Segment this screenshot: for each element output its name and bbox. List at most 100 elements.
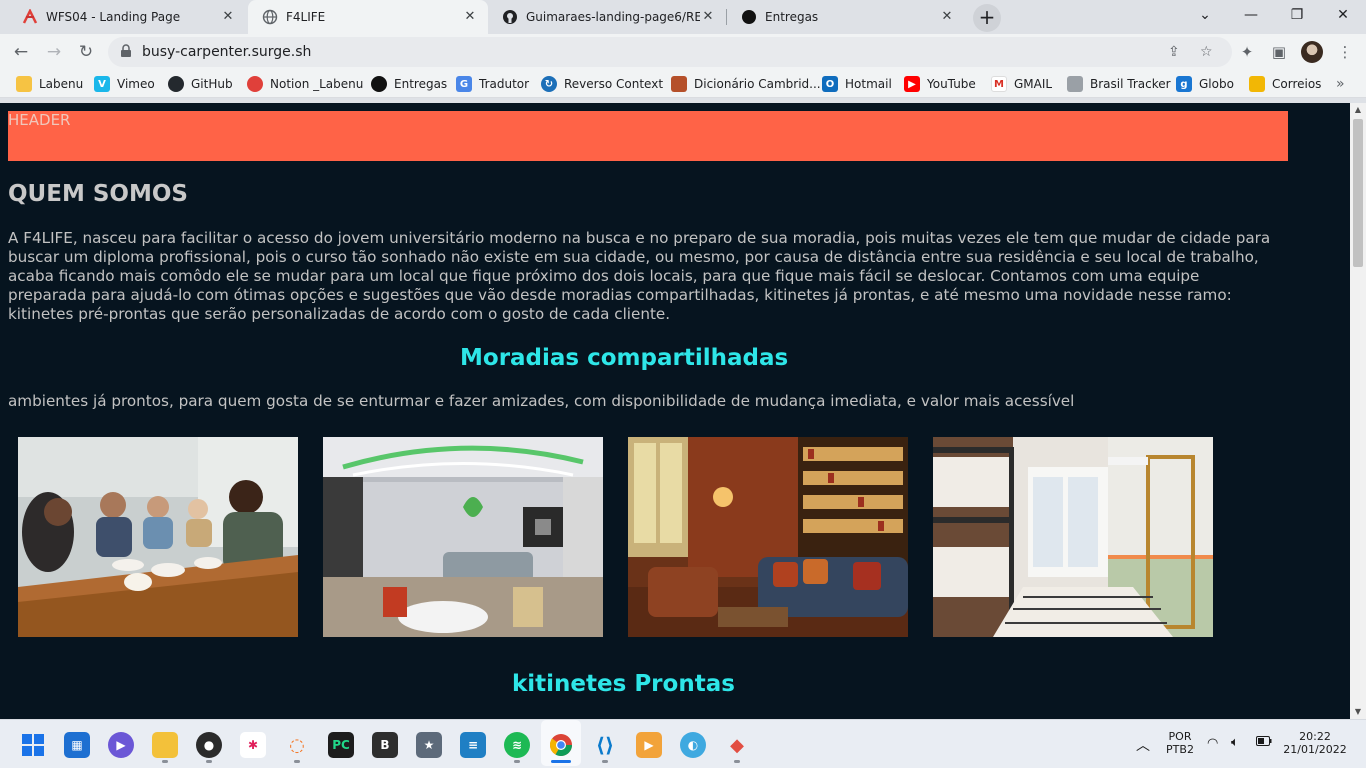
restore-button[interactable]: ❐ xyxy=(1274,0,1320,30)
apple-icon xyxy=(247,76,263,92)
back-arrow-icon[interactable]: ← xyxy=(7,38,35,66)
bookmark-correios[interactable]: Correios xyxy=(1249,70,1321,98)
teams-chat-icon[interactable]: ▶ xyxy=(108,732,134,758)
weather-globe-icon[interactable]: ◐ xyxy=(680,732,706,758)
bookmark-globo[interactable]: g Globo xyxy=(1176,70,1234,98)
globo-icon: g xyxy=(1176,76,1192,92)
kitinetes-title: kitinetes Prontas xyxy=(512,671,735,697)
page-scrollbar[interactable]: ▲ ▼ xyxy=(1350,103,1366,719)
bookmark-star-icon[interactable]: ☆ xyxy=(1200,37,1213,67)
bookmark-label: Notion _Labenu xyxy=(270,77,364,91)
lock-icon[interactable] xyxy=(120,44,136,60)
tab-search-chevron-icon[interactable]: ⌄ xyxy=(1182,0,1228,30)
bookmark-label: Hotmail xyxy=(845,77,892,91)
close-window-button[interactable]: ✕ xyxy=(1320,0,1366,30)
pycharm-icon[interactable]: PC xyxy=(328,732,354,758)
bookmark-youtube[interactable]: ▶ YouTube xyxy=(904,70,976,98)
scroll-down-arrow-icon[interactable]: ▼ xyxy=(1350,705,1366,719)
video-editor-icon[interactable]: ▶ xyxy=(636,732,662,758)
globe-icon xyxy=(262,9,278,25)
bookmark-hotmail[interactable]: O Hotmail xyxy=(822,70,892,98)
photo-bunk-bed-room xyxy=(933,437,1213,637)
scroll-up-arrow-icon[interactable]: ▲ xyxy=(1350,103,1366,117)
clock-time: 20:22 xyxy=(1299,730,1331,743)
github-icon xyxy=(502,9,518,25)
bookmark-entregas[interactable]: Entregas xyxy=(371,70,447,98)
bookmark-brasil-tracker[interactable]: Brasil Tracker xyxy=(1067,70,1171,98)
browser-toolbar: ← → ↻ busy-carpenter.surge.sh ⇪ ☆ ✦ ▣ ⋮ xyxy=(0,34,1366,70)
url-text: busy-carpenter.surge.sh xyxy=(142,44,312,60)
task-view-icon[interactable]: ▦ xyxy=(64,732,90,758)
bookmark-label: Correios xyxy=(1272,77,1322,91)
media-player-icon[interactable]: ● xyxy=(196,732,222,758)
start-windows-icon[interactable] xyxy=(20,732,46,758)
jupyter-icon[interactable]: ◌ xyxy=(284,732,310,758)
tab-title: Guimaraes-landing-page6/README xyxy=(526,10,700,24)
active-indicator xyxy=(551,760,571,763)
tray-chevron-up-icon[interactable]: ︿ xyxy=(1136,735,1150,755)
running-indicator xyxy=(206,760,212,763)
side-panel-icon[interactable]: ▣ xyxy=(1265,38,1293,66)
vimeo-icon: V xyxy=(94,76,110,92)
volume-icon[interactable]: 🔈︎ xyxy=(1231,735,1239,750)
outlook-icon: O xyxy=(822,76,838,92)
minimize-button[interactable]: — xyxy=(1228,0,1274,30)
labenu-icon xyxy=(22,9,38,25)
running-indicator xyxy=(514,760,520,763)
bookmark-labenu[interactable]: Labenu xyxy=(16,70,83,98)
notepad-icon[interactable]: ≡ xyxy=(460,732,486,758)
bookmark-cambridge[interactable]: Dicionário Cambrid... xyxy=(671,70,821,98)
bookmark-github[interactable]: GitHub xyxy=(168,70,233,98)
cambridge-shield-icon xyxy=(671,76,687,92)
battery-icon[interactable] xyxy=(1256,736,1272,749)
tab-entregas[interactable]: Entregas ✕ xyxy=(727,0,965,34)
scrollbar-thumb[interactable] xyxy=(1353,119,1363,267)
reload-icon[interactable]: ↻ xyxy=(72,38,100,66)
chrome-icon[interactable] xyxy=(548,732,574,758)
tab-github-readme[interactable]: Guimaraes-landing-page6/README ✕ xyxy=(488,0,726,34)
close-icon[interactable]: ✕ xyxy=(700,9,716,25)
shared-housing-title: Moradias compartilhadas xyxy=(460,345,789,371)
correios-icon xyxy=(1249,76,1265,92)
b-app-icon[interactable]: B xyxy=(372,732,398,758)
gmail-icon: M xyxy=(991,76,1007,92)
bookmark-label: Reverso Context xyxy=(564,77,664,91)
photos-app-icon[interactable]: ★ xyxy=(416,732,442,758)
bookmark-vimeo[interactable]: V Vimeo xyxy=(94,70,155,98)
bookmark-label: YouTube xyxy=(927,77,976,91)
tab-f4life[interactable]: F4LIFE ✕ xyxy=(248,0,488,34)
share-icon[interactable]: ⇪ xyxy=(1168,37,1180,67)
forward-arrow-icon[interactable]: → xyxy=(40,38,68,66)
extensions-puzzle-icon[interactable]: ✦ xyxy=(1233,38,1261,66)
wifi-icon[interactable]: ◠ xyxy=(1207,736,1218,751)
git-kraken-icon[interactable]: ◆ xyxy=(724,732,750,758)
shared-housing-description: ambientes já prontos, para quem gosta de… xyxy=(8,392,1075,410)
clock[interactable]: 20:22 21/01/2022 xyxy=(1282,730,1348,756)
language-indicator[interactable]: POR PTB2 xyxy=(1164,730,1196,756)
close-icon[interactable]: ✕ xyxy=(462,9,478,25)
profile-avatar[interactable] xyxy=(1301,41,1323,63)
tab-wfs04[interactable]: WFS04 - Landing Page ✕ xyxy=(8,0,246,34)
photo-modern-lounge xyxy=(323,437,603,637)
tab-title: F4LIFE xyxy=(286,10,326,24)
bookmark-tradutor[interactable]: G Tradutor xyxy=(456,70,529,98)
bookmarks-overflow-chevron-icon[interactable]: » xyxy=(1336,70,1345,98)
address-bar[interactable]: busy-carpenter.surge.sh ⇪ ☆ xyxy=(108,37,1232,67)
running-indicator xyxy=(294,760,300,763)
tab-title: Entregas xyxy=(765,10,819,24)
bookmark-reverso[interactable]: ↻ Reverso Context xyxy=(541,70,663,98)
running-indicator xyxy=(162,760,168,763)
photo-library-living-room xyxy=(628,437,908,637)
menu-kebab-icon[interactable]: ⋮ xyxy=(1331,38,1359,66)
close-icon[interactable]: ✕ xyxy=(939,9,955,25)
photo-friends-dining xyxy=(18,437,298,637)
notion-icon xyxy=(741,9,757,25)
new-tab-button[interactable]: + xyxy=(973,4,1001,32)
vscode-icon[interactable]: ⟨⟩ xyxy=(592,732,618,758)
bookmark-notion-labenu[interactable]: Notion _Labenu xyxy=(247,70,363,98)
close-icon[interactable]: ✕ xyxy=(220,9,236,25)
bookmark-gmail[interactable]: M GMAIL xyxy=(991,70,1052,98)
spotify-icon[interactable]: ≋ xyxy=(504,732,530,758)
file-explorer-icon[interactable] xyxy=(152,732,178,758)
slack-icon[interactable]: ✱ xyxy=(240,732,266,758)
